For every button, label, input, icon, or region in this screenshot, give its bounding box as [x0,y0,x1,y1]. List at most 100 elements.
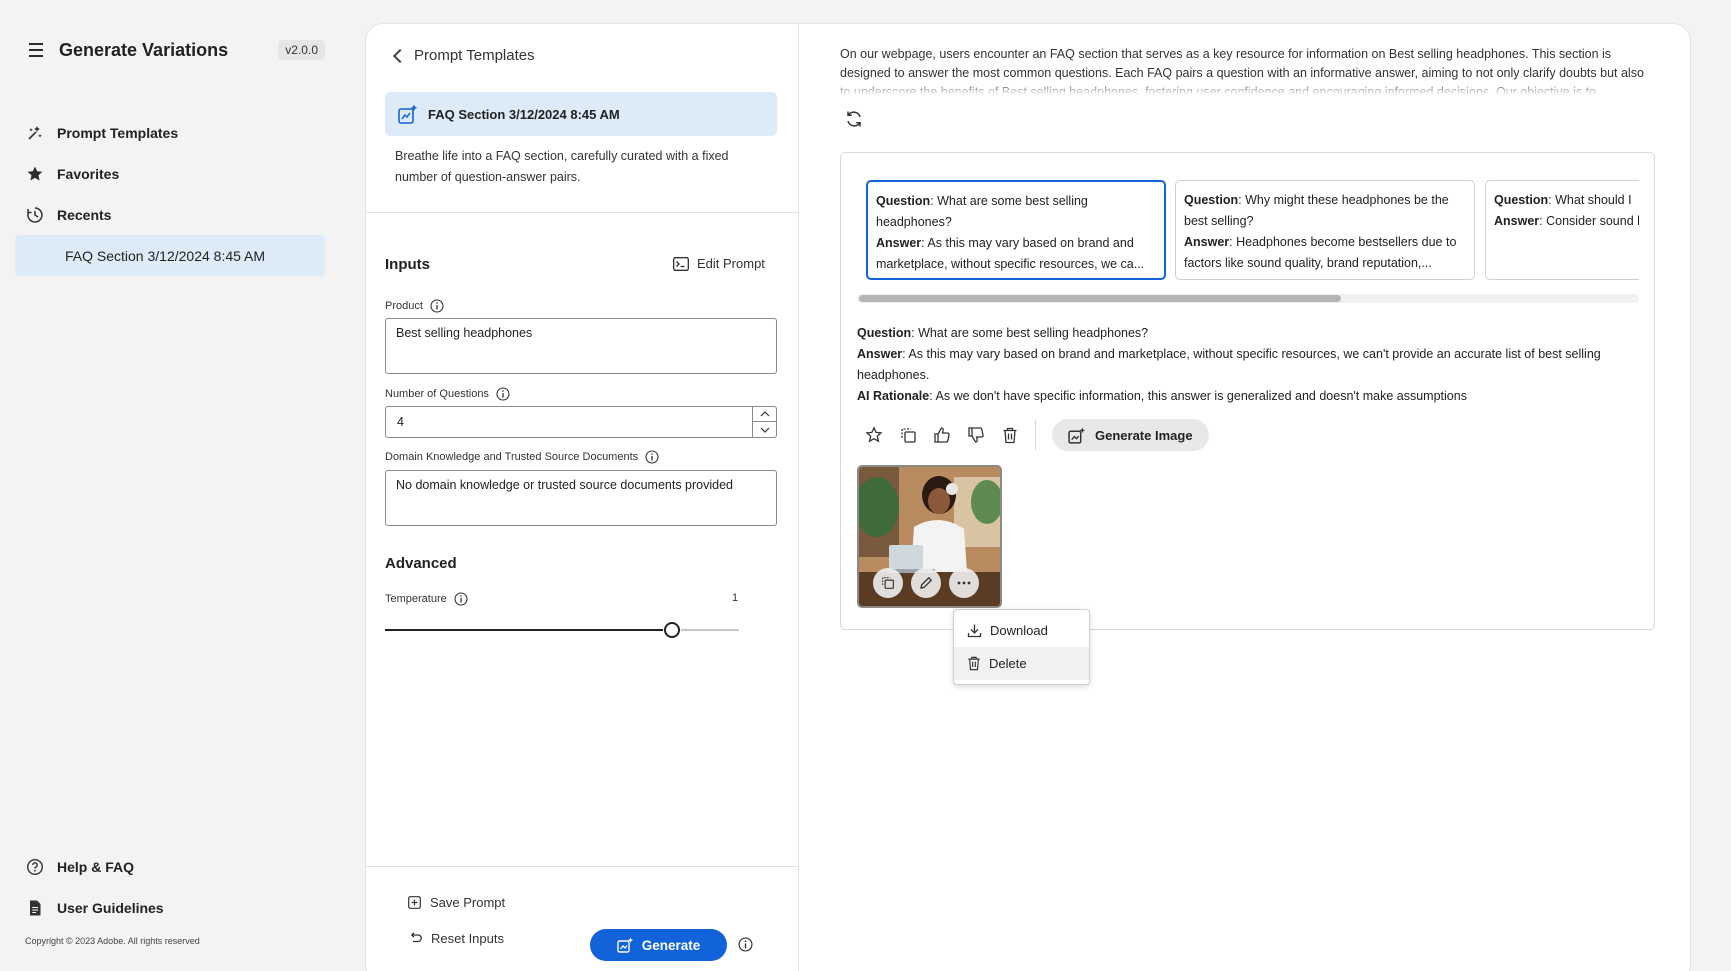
trash-icon [1003,427,1017,443]
image-more-button[interactable] [949,568,979,598]
star-icon [25,164,45,184]
reset-inputs-button[interactable]: Reset Inputs [408,931,504,946]
copy-icon [882,577,894,589]
chevron-up-icon [760,411,769,417]
card-answer: Answer: As this may vary based on brand … [876,236,1145,271]
increment-button[interactable] [753,407,776,422]
trash-icon [967,656,981,671]
menu-item-download[interactable]: Download [954,614,1089,647]
image-overlay-actions [873,568,979,598]
answer-prefix: Answer [857,347,903,361]
generate-image-button[interactable]: Generate Image [1052,419,1209,451]
domain-label-row: Domain Knowledge and Trusted Source Docu… [385,450,659,464]
reset-inputs-label: Reset Inputs [431,931,504,946]
sidebar-item-guidelines[interactable]: User Guidelines [25,887,325,928]
menu-item-label: Delete [989,656,1027,671]
horizontal-scrollbar[interactable] [857,294,1639,303]
variation-card[interactable]: Question: What should I Answer: Consider… [1485,180,1639,280]
temperature-slider[interactable] [385,622,739,638]
rationale-text: As we don't have specific information, t… [935,389,1467,403]
sidebar-nav: Prompt Templates Favorites Recents FAQ S… [15,112,325,276]
sidebar-item-favorites[interactable]: Favorites [15,153,325,194]
menu-item-label: Download [990,623,1048,638]
version-badge: v2.0.0 [278,40,325,60]
num-questions-stepper[interactable]: 4 [385,406,777,438]
divider [366,866,799,867]
save-prompt-label: Save Prompt [430,895,506,910]
info-icon[interactable] [645,450,659,464]
card-question: Question: What are some best selling hea… [876,194,1088,229]
sidebar-item-prompt-templates[interactable]: Prompt Templates [15,112,325,153]
stepper-buttons [752,407,776,437]
product-label: Product [385,300,423,312]
chevron-down-icon [760,427,769,433]
generated-image-thumbnail[interactable] [857,465,1002,608]
variation-card[interactable]: Question: Why might these headphones be … [1175,180,1475,280]
sidebar-item-recents[interactable]: Recents [15,194,325,235]
temperature-label: Temperature [385,593,447,605]
sidebar-item-label: User Guidelines [57,899,164,916]
question-text: What are some best selling headphones? [918,326,1149,340]
refresh-button[interactable] [844,109,864,129]
history-icon [25,205,45,225]
back-to-templates-link[interactable]: Prompt Templates [392,47,535,64]
card-question: Question: What should I [1494,193,1632,207]
terminal-icon [673,256,689,271]
decrement-button[interactable] [753,422,776,437]
answer-text: As this may vary based on brand and mark… [857,347,1601,382]
sidebar-item-help[interactable]: Help & FAQ [25,846,325,887]
sidebar: Generate Variations v2.0.0 Prompt Templa… [0,0,345,971]
info-icon[interactable] [454,592,468,606]
delete-button[interactable] [993,419,1027,451]
generate-image-label: Generate Image [1095,427,1193,443]
menu-item-delete[interactable]: Delete [954,647,1089,680]
template-name: FAQ Section 3/12/2024 8:45 AM [428,106,620,122]
detail-question: Question: What are some best selling hea… [857,326,1149,340]
copy-icon [900,427,916,443]
thumbs-up-button[interactable] [925,419,959,451]
edit-prompt-button[interactable]: Edit Prompt [673,256,765,271]
chevron-left-icon [392,48,408,63]
save-prompt-button[interactable]: Save Prompt [408,895,505,910]
template-header: FAQ Section 3/12/2024 8:45 AM [385,92,777,136]
intro-text: On our webpage, users encounter an FAQ s… [840,47,1645,95]
image-edit-button[interactable] [911,568,941,598]
card-question: Question: Why might these headphones be … [1184,193,1449,228]
question-prefix: Question [876,194,931,208]
variation-detail: Question: What are some best selling hea… [857,323,1647,407]
info-icon[interactable] [496,387,510,401]
info-icon[interactable] [430,299,444,313]
hamburger-menu-icon[interactable] [25,39,47,61]
num-questions-label-row: Number of Questions [385,387,510,401]
generate-image-icon [1068,427,1086,444]
sidebar-item-label: Prompt Templates [57,124,179,141]
favorite-button[interactable] [857,419,891,451]
results-box: Question: What are some best selling hea… [840,152,1655,630]
slider-thumb[interactable] [664,622,680,638]
help-icon [25,857,45,877]
slider-track-fill [385,629,663,631]
prompt-templates-icon [25,123,45,143]
prompt-panel: Prompt Templates FAQ Section 3/12/2024 8… [366,24,799,971]
info-icon[interactable] [738,937,753,952]
image-copy-button[interactable] [873,568,903,598]
recent-item-active[interactable]: FAQ Section 3/12/2024 8:45 AM [15,235,325,276]
domain-knowledge-input[interactable]: No domain knowledge or trusted source do… [385,470,777,526]
variation-card[interactable]: Question: What are some best selling hea… [866,180,1166,280]
copy-button[interactable] [891,419,925,451]
product-input[interactable]: Best selling headphones [385,318,777,374]
generate-button[interactable]: Generate [590,929,727,961]
reset-icon [408,932,422,945]
star-outline-icon [865,426,883,443]
question-prefix: Question [857,326,912,340]
thumbs-down-button[interactable] [959,419,993,451]
thumbs-up-icon [934,427,950,443]
scrollbar-thumb[interactable] [859,295,1341,302]
refresh-icon [847,111,861,127]
sidebar-item-label: Help & FAQ [57,858,135,875]
back-label: Prompt Templates [414,47,535,64]
card-answer: Answer: Headphones become bestsellers du… [1184,235,1457,270]
question-text: What should I [1555,193,1632,207]
slider-track [681,629,739,631]
document-icon [25,898,45,918]
